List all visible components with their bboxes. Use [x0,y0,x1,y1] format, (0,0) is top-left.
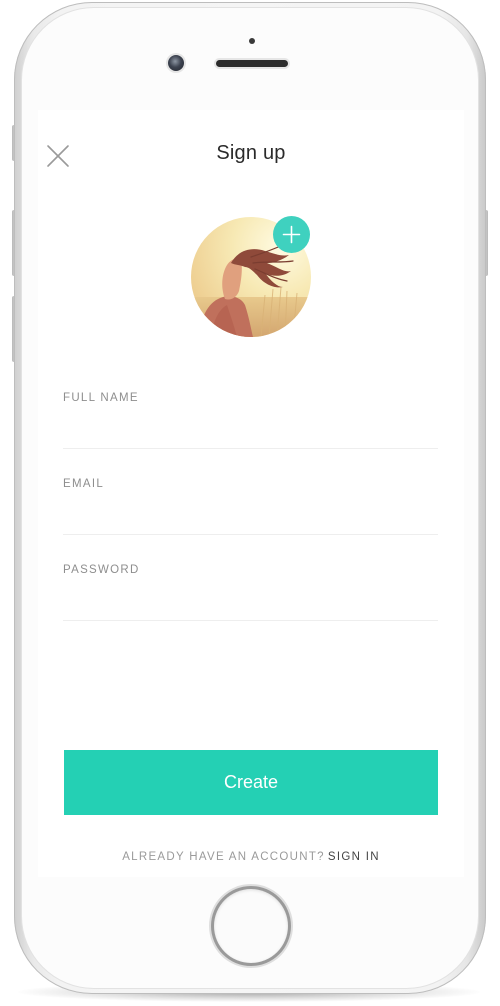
password-field: PASSWORD [63,564,438,621]
plus-icon [282,225,301,244]
device-mockup: Sign up FULL NAME EMAIL PASSWORD Create … [0,0,500,1006]
full-name-field: FULL NAME [63,392,438,449]
proximity-sensor [249,38,255,44]
signin-prompt-row: ALREADY HAVE AN ACCOUNT? SIGN IN [38,851,464,863]
avatar-container [191,216,311,337]
password-input[interactable] [63,582,438,618]
email-input[interactable] [63,496,438,532]
email-field: EMAIL [63,478,438,535]
signin-prompt-text: ALREADY HAVE AN ACCOUNT? [122,851,325,863]
signin-link[interactable]: SIGN IN [328,851,380,863]
earpiece-speaker [216,60,288,67]
front-camera [168,55,184,71]
add-photo-button[interactable] [273,216,310,253]
full-name-input[interactable] [63,410,438,446]
full-name-label: FULL NAME [63,392,139,404]
email-label: EMAIL [63,478,105,490]
create-button[interactable]: Create [64,750,438,815]
home-button[interactable] [214,889,288,963]
password-label: PASSWORD [63,564,140,576]
signup-screen: Sign up FULL NAME EMAIL PASSWORD Create … [38,110,464,877]
page-title: Sign up [216,142,286,164]
